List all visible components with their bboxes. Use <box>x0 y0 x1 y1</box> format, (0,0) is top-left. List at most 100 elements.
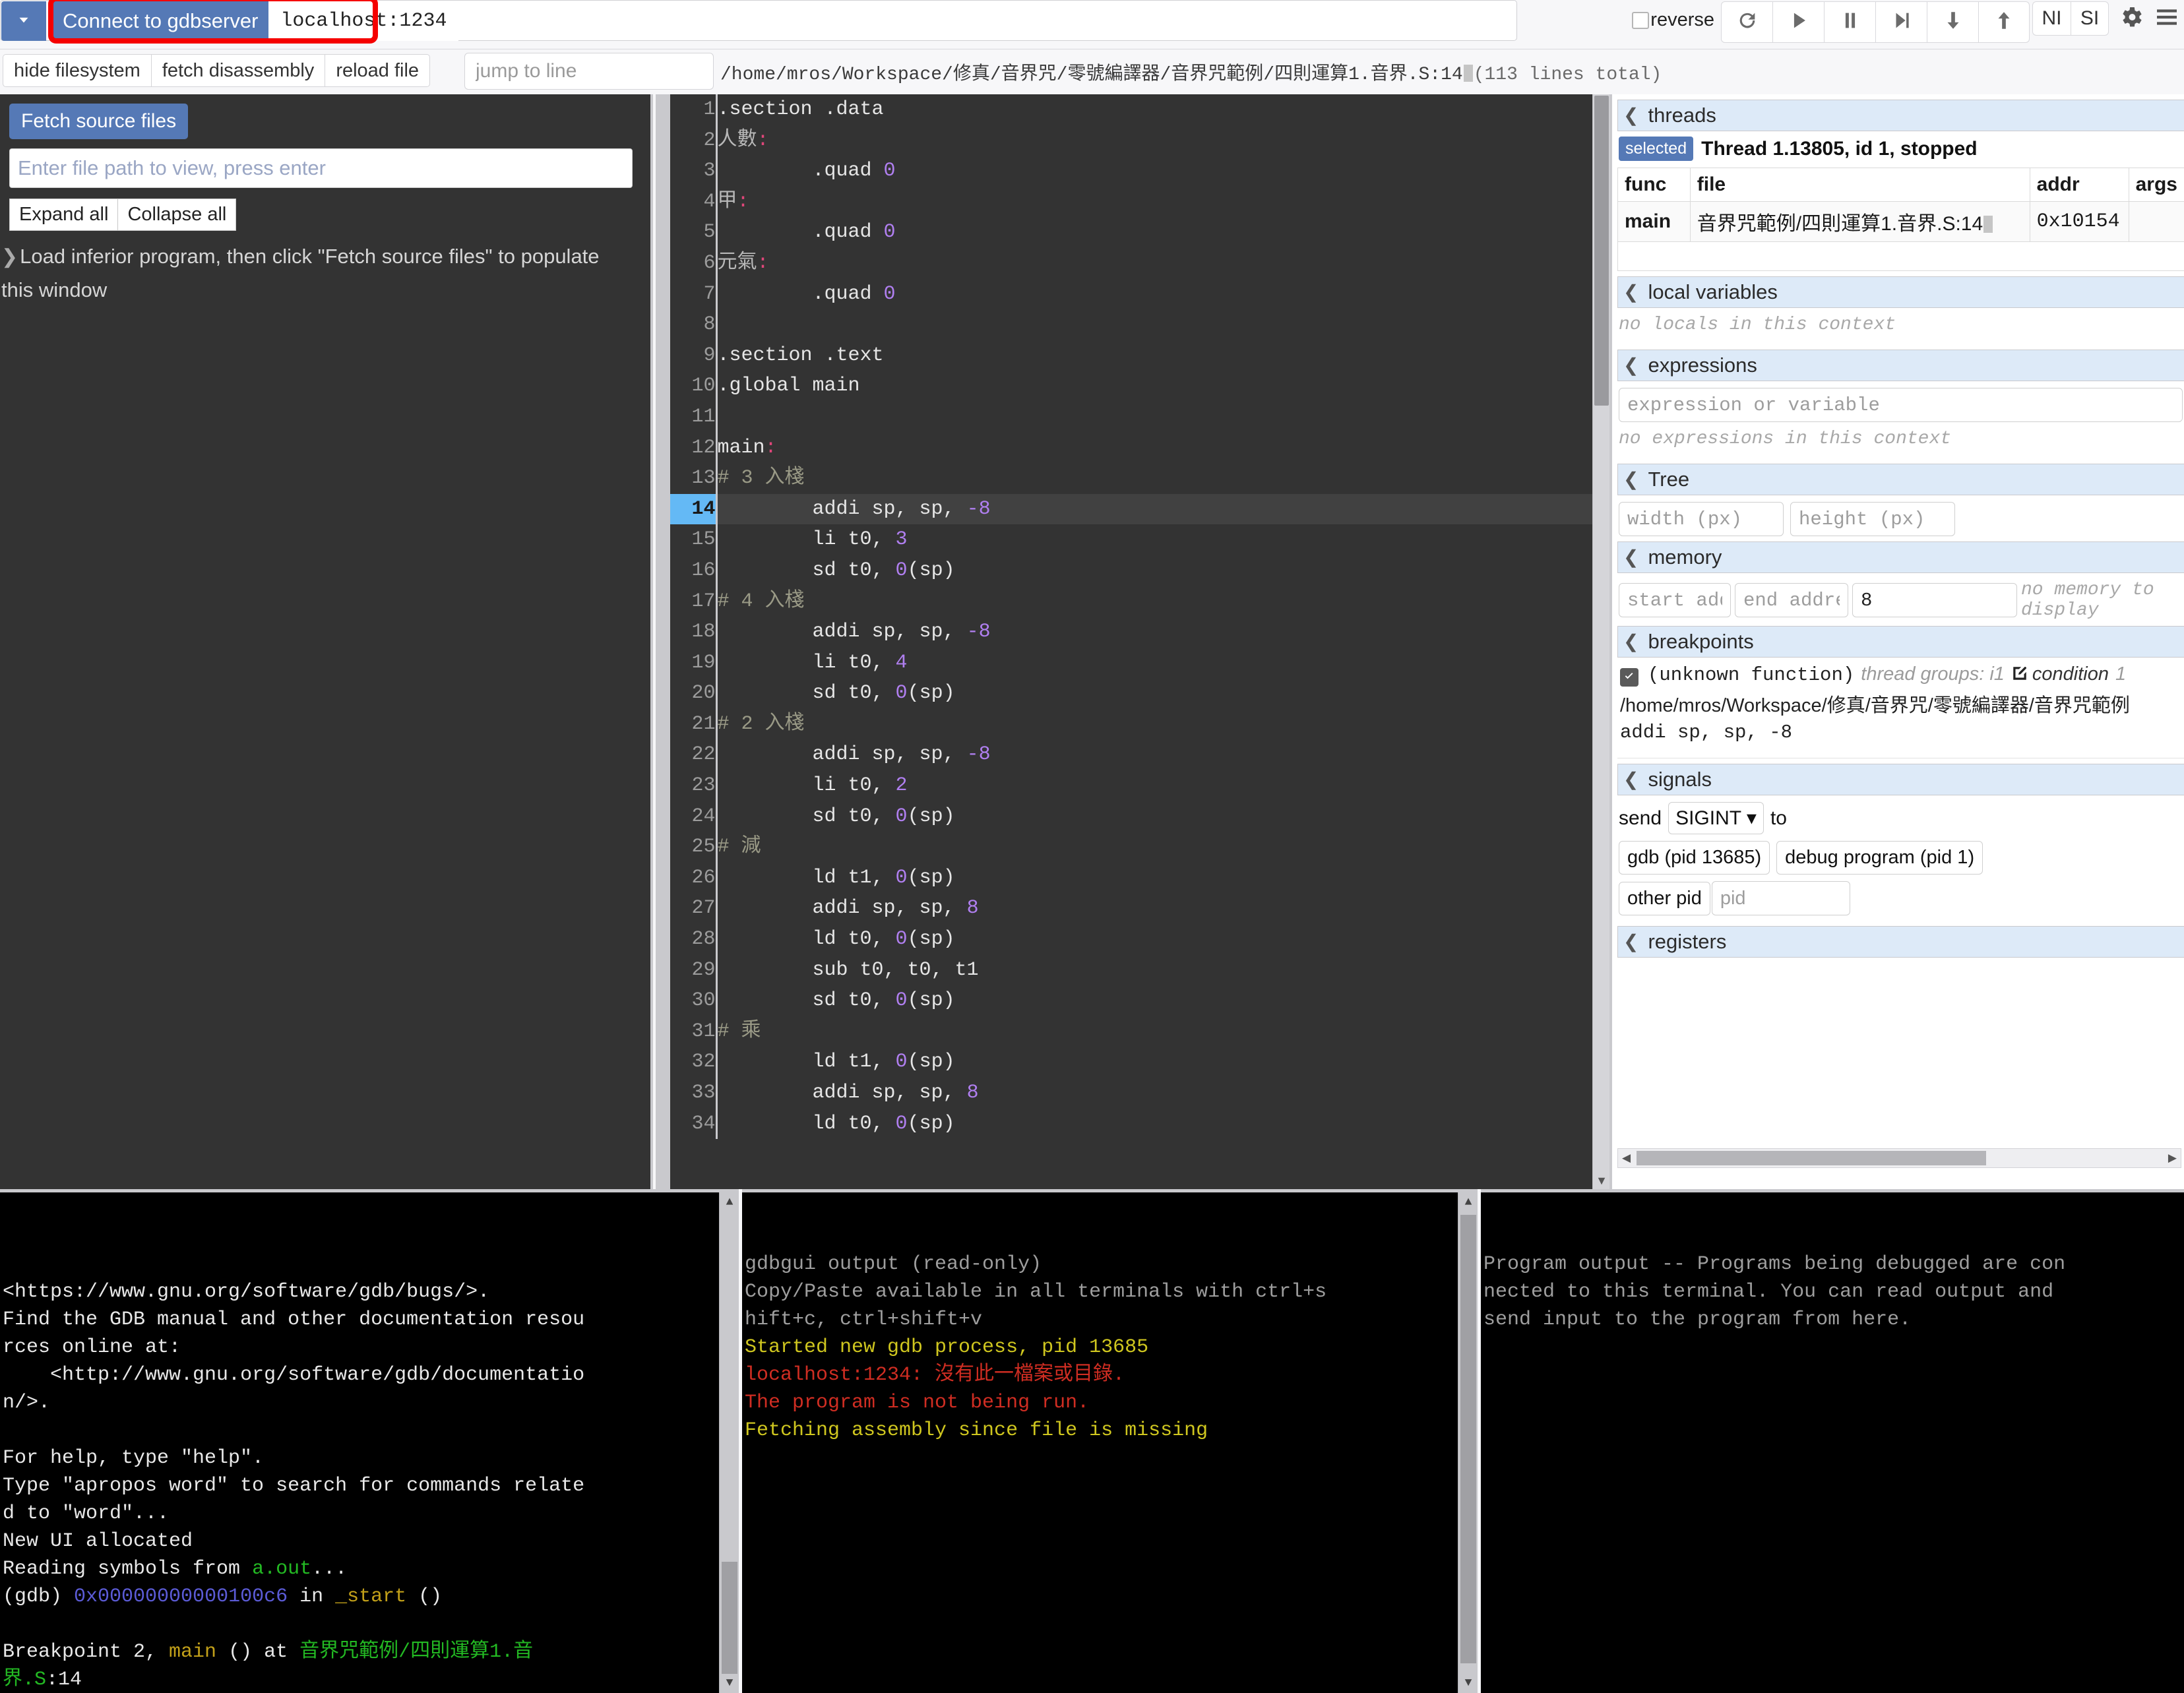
line-number[interactable]: 15 <box>670 524 716 555</box>
cell-addr[interactable]: 0x10154 <box>2030 202 2129 242</box>
line-number[interactable]: 11 <box>670 402 716 433</box>
code-line-row[interactable]: 1.section .data <box>670 94 1600 125</box>
scroll-down-arrow-icon[interactable]: ▼ <box>1593 1172 1609 1189</box>
line-number[interactable]: 3 <box>670 156 716 187</box>
code-line-row[interactable]: 5 .quad 0 <box>670 217 1600 248</box>
line-number[interactable]: 6 <box>670 248 716 279</box>
next-instruction-button[interactable]: NI <box>2032 1 2071 36</box>
code-line-row[interactable]: 12main: <box>670 433 1600 464</box>
line-number[interactable]: 9 <box>670 340 716 371</box>
reload-file-button[interactable]: reload file <box>325 54 430 87</box>
line-number[interactable]: 24 <box>670 801 716 832</box>
menu-button[interactable] <box>2154 4 2180 34</box>
connect-to-gdbserver-button[interactable]: Connect to gdbserver <box>52 1 268 41</box>
other-pid-button[interactable]: other pid <box>1619 882 1710 915</box>
terminal-scrollbar[interactable]: ▲ ▼ <box>719 1192 739 1693</box>
code-line-row[interactable]: 33 addi sp, sp, 8 <box>670 1078 1600 1109</box>
jump-to-line-input[interactable] <box>464 53 714 90</box>
reverse-checkbox[interactable] <box>1632 12 1649 29</box>
terminal-scroll-thumb[interactable] <box>722 1562 737 1674</box>
line-number[interactable]: 17 <box>670 586 716 617</box>
section-threads[interactable]: ❮ threads <box>1617 100 2184 131</box>
send-to-program-button[interactable]: debug program (pid 1) <box>1776 841 1983 875</box>
fetch-disassembly-button[interactable]: fetch disassembly <box>151 54 325 87</box>
line-number[interactable]: 31 <box>670 1016 716 1047</box>
file-path-input[interactable] <box>9 148 633 188</box>
section-memory[interactable]: ❮ memory <box>1617 541 2184 573</box>
signal-select[interactable]: SIGINT ▾ <box>1668 802 1764 834</box>
line-number[interactable]: 4 <box>670 187 716 218</box>
line-number[interactable]: 20 <box>670 678 716 709</box>
pause-button[interactable] <box>1824 1 1875 43</box>
code-line-row[interactable]: 9.section .text <box>670 340 1600 371</box>
line-number[interactable]: 12 <box>670 433 716 464</box>
code-line-row[interactable]: 8 <box>670 309 1600 340</box>
scroll-down-arrow-icon[interactable]: ▼ <box>1458 1673 1478 1693</box>
code-line-row[interactable]: 34 ld t0, 0(sp) <box>670 1109 1600 1140</box>
code-line-row[interactable]: 25# 減 <box>670 832 1600 863</box>
line-number[interactable]: 21 <box>670 709 716 740</box>
code-line-row[interactable]: 32 ld t1, 0(sp) <box>670 1047 1600 1078</box>
terminal-scroll-thumb[interactable] <box>1460 1215 1476 1663</box>
settings-button[interactable] <box>2118 4 2144 34</box>
other-pid-input[interactable] <box>1712 881 1850 915</box>
reverse-toggle[interactable]: reverse <box>1632 9 1714 31</box>
expression-input[interactable] <box>1619 388 2183 422</box>
inspector-scroll-thumb[interactable] <box>1637 1151 1986 1165</box>
memory-end-address-input[interactable] <box>1735 583 1848 617</box>
line-number[interactable]: 33 <box>670 1078 716 1109</box>
code-line-row[interactable]: 31# 乘 <box>670 1016 1600 1047</box>
tree-width-input[interactable] <box>1619 502 1784 536</box>
code-line-row[interactable]: 30 sd t0, 0(sp) <box>670 985 1600 1016</box>
connect-dropdown-toggle[interactable] <box>1 1 46 41</box>
code-line-row[interactable]: 14 addi sp, sp, -8 <box>670 494 1600 525</box>
section-registers[interactable]: ❮ registers <box>1617 926 2184 958</box>
line-number[interactable]: 2 <box>670 125 716 156</box>
code-line-row[interactable]: 11 <box>670 402 1600 433</box>
line-number[interactable]: 27 <box>670 893 716 924</box>
memory-bytes-input[interactable] <box>1852 583 2017 617</box>
breakpoint-enabled-checkbox[interactable] <box>1620 668 1638 687</box>
line-number[interactable]: 26 <box>670 863 716 894</box>
step-instruction-button[interactable]: SI <box>2071 1 2109 36</box>
send-to-gdb-button[interactable]: gdb (pid 13685) <box>1619 841 1770 875</box>
fetch-source-files-button[interactable]: Fetch source files <box>9 104 188 139</box>
code-line-row[interactable]: 23 li t0, 2 <box>670 770 1600 801</box>
scroll-left-arrow-icon[interactable]: ◀ <box>1622 1152 1631 1165</box>
section-signals[interactable]: ❮ signals <box>1617 764 2184 795</box>
code-line-row[interactable]: 22 addi sp, sp, -8 <box>670 739 1600 770</box>
scroll-down-arrow-icon[interactable]: ▼ <box>720 1673 739 1693</box>
continue-button[interactable] <box>1772 1 1824 43</box>
terminal-scrollbar[interactable]: ▲ ▼ <box>1458 1192 1478 1693</box>
line-number[interactable]: 22 <box>670 739 716 770</box>
code-line-row[interactable]: 27 addi sp, sp, 8 <box>670 893 1600 924</box>
breakpoint-condition-label[interactable]: condition <box>2032 663 2109 685</box>
code-line-row[interactable]: 10.global main <box>670 371 1600 402</box>
line-number[interactable]: 5 <box>670 217 716 248</box>
scroll-up-arrow-icon[interactable]: ▲ <box>720 1192 739 1212</box>
gdbserver-address-input[interactable]: localhost:1234 <box>268 1 458 41</box>
line-number[interactable]: 25 <box>670 832 716 863</box>
code-line-row[interactable]: 7 .quad 0 <box>670 279 1600 310</box>
line-number[interactable]: 7 <box>670 279 716 310</box>
code-line-row[interactable]: 24 sd t0, 0(sp) <box>670 801 1600 832</box>
hide-filesystem-button[interactable]: hide filesystem <box>3 54 151 87</box>
tree-height-input[interactable] <box>1790 502 1955 536</box>
code-scroll-thumb[interactable] <box>1594 96 1609 406</box>
line-number[interactable]: 8 <box>670 309 716 340</box>
code-line-row[interactable]: 20 sd t0, 0(sp) <box>670 678 1600 709</box>
step-over-button[interactable] <box>1875 1 1927 43</box>
step-into-button[interactable] <box>1927 1 1978 43</box>
thread-entry[interactable]: selected Thread 1.13805, id 1, stopped <box>1617 131 2184 165</box>
line-number[interactable]: 29 <box>670 955 716 986</box>
gdb-console-terminal[interactable]: <https://www.gnu.org/software/gdb/bugs/>… <box>0 1189 739 1693</box>
expand-all-button[interactable]: Expand all <box>9 199 117 231</box>
collapse-all-button[interactable]: Collapse all <box>117 199 236 231</box>
line-number[interactable]: 10 <box>670 371 716 402</box>
restart-button[interactable] <box>1721 1 1772 43</box>
code-line-row[interactable]: 28 ld t0, 0(sp) <box>670 924 1600 955</box>
code-line-row[interactable]: 29 sub t0, t0, t1 <box>670 955 1600 986</box>
code-line-row[interactable]: 16 sd t0, 0(sp) <box>670 555 1600 586</box>
line-number[interactable]: 13 <box>670 463 716 494</box>
code-line-row[interactable]: 3 .quad 0 <box>670 156 1600 187</box>
